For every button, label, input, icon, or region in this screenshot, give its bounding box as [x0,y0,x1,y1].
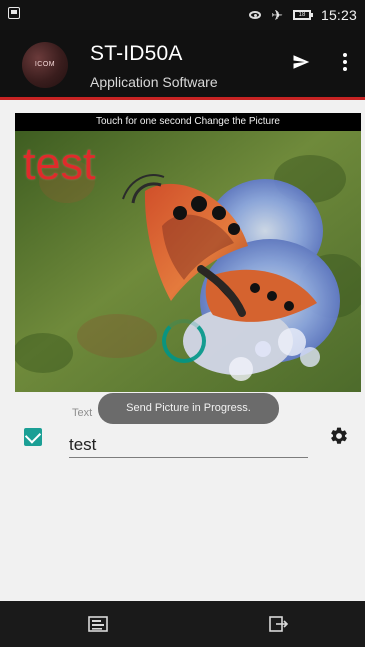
app-subtitle: Application Software [90,74,218,90]
text-input[interactable] [69,433,308,458]
app-logo: ICOM [22,42,68,88]
picture-overlay-text: test [23,138,96,189]
text-field-label: Text [72,407,93,419]
battery-icon: 18 [292,10,313,20]
image-import-icon[interactable] [87,615,111,633]
more-vertical-icon[interactable] [343,52,347,72]
screenshot-icon [8,7,20,19]
status-icons: ✈ 18 15:23 [249,6,357,24]
bottom-navigation [0,601,365,647]
text-enabled-checkbox[interactable] [24,427,42,446]
airplane-icon: ✈ [271,7,283,23]
picture-preview[interactable]: Touch for one second Change the Picture [15,113,361,392]
logo-text: ICOM [34,61,56,68]
visibility-icon [249,11,262,19]
loading-spinner-icon [162,319,206,363]
empty-content-area [0,473,365,601]
picture-hint: Touch for one second Change the Picture [15,113,361,131]
phone-screen: ✈ 18 15:23 ICOM ST-ID50A Application Sof… [0,0,365,647]
gear-icon[interactable] [329,426,349,446]
status-time: 15:23 [320,7,357,23]
status-bar: ✈ 18 15:23 [0,0,365,30]
battery-level: 18 [298,12,306,18]
image-export-icon[interactable] [267,615,291,633]
send-icon[interactable] [290,53,312,71]
app-title: ST-ID50A [90,42,183,65]
progress-toast: Send Picture in Progress. [98,393,279,424]
check-mark-icon [24,427,42,444]
app-bar: ICOM ST-ID50A Application Software [0,30,365,100]
